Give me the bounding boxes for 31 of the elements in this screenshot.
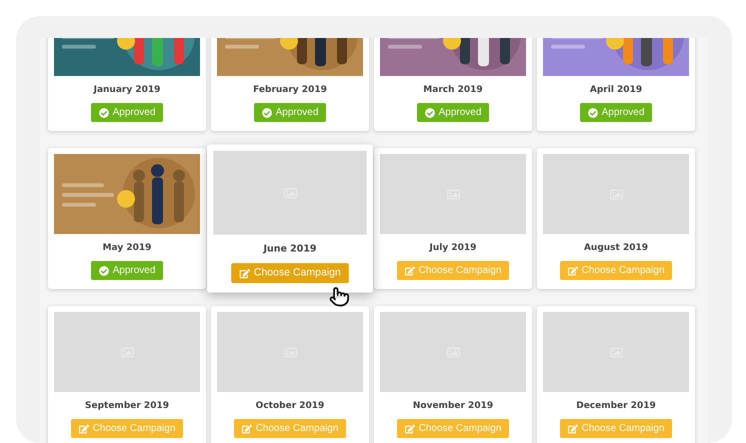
month-label: October 2019	[256, 401, 324, 412]
choose-campaign-button[interactable]: Choose Campaign	[560, 261, 672, 280]
edit-icon	[404, 424, 415, 434]
month-label: December 2019	[576, 401, 656, 412]
month-label: March 2019	[423, 85, 483, 96]
month-label: August 2019	[584, 243, 648, 254]
edit-icon	[242, 424, 252, 434]
choose-campaign-button[interactable]: Choose Campaign	[70, 419, 184, 438]
choose-campaign-button[interactable]: Choose Campaign	[234, 419, 346, 438]
month-label: September 2019	[85, 401, 169, 412]
choose-campaign-button[interactable]: Choose Campaign	[560, 419, 672, 438]
edit-icon	[239, 268, 250, 278]
month-label: July 2019	[430, 243, 476, 254]
approved-button[interactable]: Approved	[90, 261, 164, 280]
approved-button[interactable]: Approved	[254, 103, 326, 122]
edit-icon	[568, 266, 578, 276]
month-label: June 2019	[264, 244, 316, 256]
month-label: April 2019	[590, 85, 642, 96]
choose-campaign-button[interactable]: Choose Campaign	[396, 419, 510, 438]
approved-button[interactable]: Approved	[90, 103, 164, 122]
month-label: January 2019	[94, 85, 160, 96]
choose-campaign-button[interactable]: Choose Campaign	[396, 261, 510, 280]
edit-icon	[404, 266, 415, 276]
edit-icon	[78, 424, 89, 434]
approved-button[interactable]: Approved	[580, 103, 652, 122]
month-label: May 2019	[102, 243, 152, 254]
choose-campaign-button[interactable]: Choose Campaign	[230, 263, 350, 284]
month-label: February 2019	[253, 85, 327, 96]
edit-icon	[568, 424, 578, 434]
month-label: November 2019	[412, 401, 494, 412]
approved-button[interactable]: Approved	[416, 103, 490, 122]
